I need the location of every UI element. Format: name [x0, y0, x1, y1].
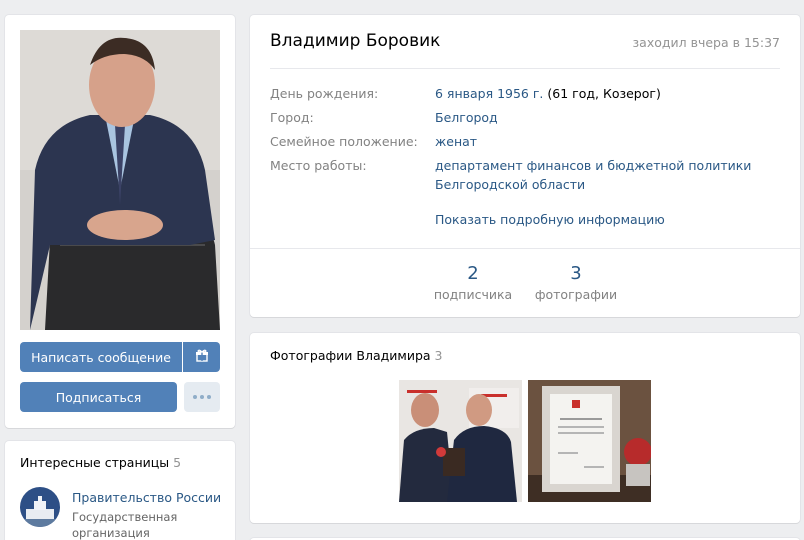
birthday-value: 6 января 1956 г. (61 год, Козерог) — [435, 86, 661, 101]
followers-count: 2 — [467, 263, 479, 284]
work-label: Место работы: — [270, 158, 367, 173]
subscribe-button[interactable]: Подписаться — [20, 382, 177, 412]
photos-caption: фотографии — [534, 287, 618, 302]
photos-count-number: 3 — [570, 263, 582, 284]
photo-thumbnail[interactable] — [399, 380, 522, 502]
relationship-link[interactable]: женат — [435, 134, 477, 149]
relationship-label: Семейное положение: — [270, 134, 418, 149]
birthday-date-link[interactable]: 6 января 1956 г. — [435, 86, 543, 101]
online-status: заходил вчера в 15:37 — [632, 35, 780, 50]
followers-caption: подписчика — [433, 287, 513, 302]
interesting-pages-title: Интересные страницы — [20, 455, 170, 470]
interesting-pages-count: 5 — [173, 455, 182, 470]
send-gift-button[interactable] — [183, 342, 220, 372]
city-link[interactable]: Белгород — [435, 110, 498, 125]
city-label: Город: — [270, 110, 314, 125]
write-message-label: Написать сообщение — [31, 349, 171, 365]
page-link-government[interactable]: Правительство России — [72, 490, 221, 505]
photos-count: 3 — [434, 348, 443, 363]
profile-sidebar-card: Написать сообщение Подписаться — [5, 15, 235, 428]
interesting-pages-card: Интересные страницы 5 Правительство Росси… — [5, 441, 235, 540]
profile-name: Владимир Боровик — [270, 31, 441, 51]
birthday-label: День рождения: — [270, 86, 379, 101]
photos-card: Фотографии Владимира 3 — [250, 333, 800, 523]
subscribe-label: Подписаться — [55, 389, 142, 405]
photo-thumbnail[interactable] — [528, 380, 651, 502]
birthday-age: (61 год, Козерог) — [543, 86, 661, 101]
followers-counter[interactable]: 2 подписчика — [428, 263, 518, 302]
interesting-pages-header[interactable]: Интересные страницы 5 — [20, 455, 181, 470]
divider — [250, 248, 800, 249]
work-link-line2[interactable]: Белгородской области — [435, 177, 585, 192]
photos-counter[interactable]: 3 фотографии — [531, 263, 621, 302]
divider — [270, 68, 780, 69]
photos-header[interactable]: Фотографии Владимира 3 — [270, 348, 443, 363]
write-message-button[interactable]: Написать сообщение — [20, 342, 182, 372]
more-actions-button[interactable] — [184, 382, 220, 412]
more-dots-icon — [193, 395, 211, 399]
government-logo-icon[interactable] — [20, 487, 60, 527]
gift-icon — [195, 349, 208, 365]
show-more-link[interactable]: Показать подробную информацию — [435, 212, 665, 227]
profile-info-card: Владимир Боровик заходил вчера в 15:37 Д… — [250, 15, 800, 317]
work-link-line1[interactable]: департамент финансов и бюджетной политик… — [435, 158, 751, 173]
photos-title: Фотографии Владимира — [270, 348, 431, 363]
page-description: Государственная организация — [72, 510, 178, 540]
profile-avatar[interactable] — [20, 30, 220, 330]
